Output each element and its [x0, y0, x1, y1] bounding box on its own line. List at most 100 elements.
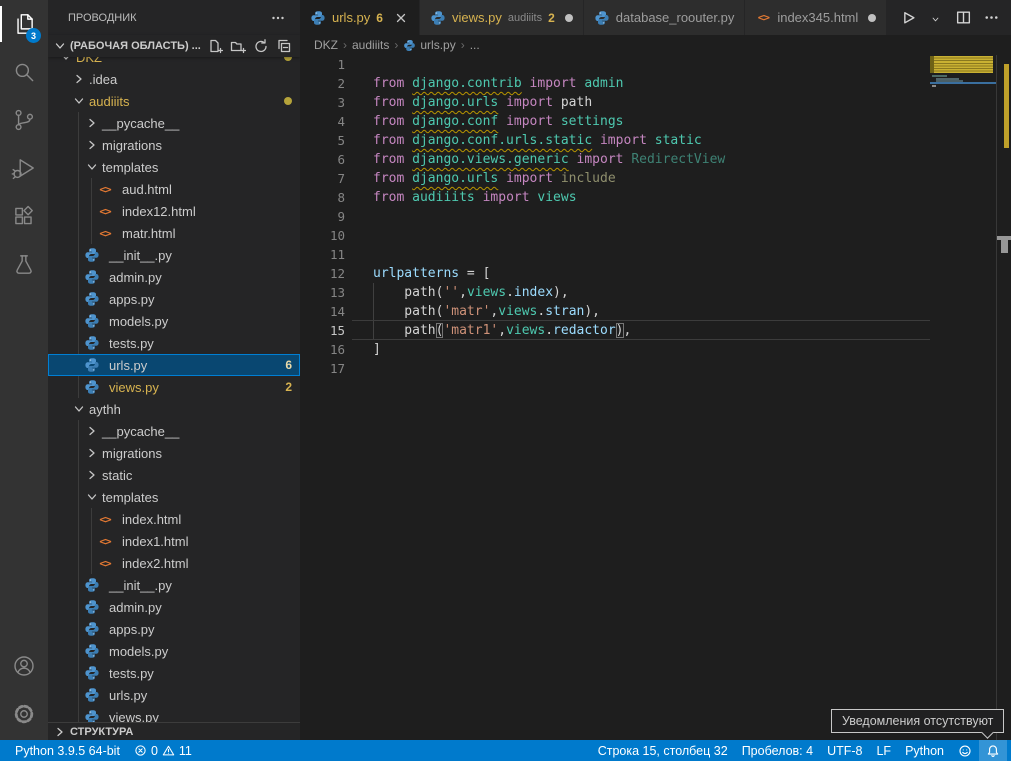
tree-item-admin.py[interactable]: admin.py — [48, 266, 300, 288]
tree-item-index1.html[interactable]: <>index1.html — [48, 530, 300, 552]
tree-item-aythh[interactable]: aythh — [48, 398, 300, 420]
code-line-7[interactable]: 7from django.urls import include — [300, 169, 1011, 188]
tree-item-tests.py[interactable]: tests.py — [48, 332, 300, 354]
token: admin — [584, 76, 623, 91]
new-folder-icon[interactable] — [230, 38, 246, 54]
status-cursor-position[interactable]: Строка 15, столбец 32 — [591, 740, 735, 761]
tree-item-views.py[interactable]: views.py — [48, 706, 300, 722]
status-python-version[interactable]: Python 3.9.5 64-bit — [8, 740, 127, 761]
tree-item-audiiits[interactable]: audiiits — [48, 90, 300, 112]
tree-item-models.py[interactable]: models.py — [48, 310, 300, 332]
code-line-8[interactable]: 8from audiiits import views — [300, 188, 1011, 207]
breadcrumb-item-...[interactable]: ... — [470, 38, 480, 52]
code-line-11[interactable]: 11 — [300, 245, 1011, 264]
tab-index345.html[interactable]: <>index345.html — [745, 0, 887, 35]
tree-item-static[interactable]: static — [48, 464, 300, 486]
tree-item-index12.html[interactable]: <>index12.html — [48, 200, 300, 222]
status-eol[interactable]: LF — [869, 740, 898, 761]
explorer-actions — [207, 38, 292, 54]
tree-item-index2.html[interactable]: <>index2.html — [48, 552, 300, 574]
code-editor[interactable]: 12from django.contrib import admin3from … — [300, 55, 1011, 740]
tree-item-__pycache__[interactable]: __pycache__ — [48, 112, 300, 134]
activity-item-run-debug[interactable] — [0, 144, 48, 192]
breadcrumb-item-urls.py[interactable]: urls.py — [403, 38, 455, 52]
status-encoding[interactable]: UTF-8 — [820, 740, 869, 761]
run-button[interactable] — [897, 8, 917, 28]
code-line-5[interactable]: 5from django.conf.urls.static import sta… — [300, 131, 1011, 150]
tab-urls.py[interactable]: urls.py6 — [300, 0, 420, 35]
activity-item-extensions[interactable] — [0, 192, 48, 240]
dirty-indicator-dot — [868, 14, 876, 22]
status-bar-right: Строка 15, столбец 32Пробелов: 4UTF-8LF P… — [591, 740, 1011, 761]
breadcrumb-item-audiiits[interactable]: audiiits — [352, 38, 389, 52]
tree-item-tests.py[interactable]: tests.py — [48, 662, 300, 684]
workspace-section-header[interactable]: (РАБОЧАЯ ОБЛАСТЬ) ... — [48, 35, 300, 57]
token: django.urls — [412, 171, 498, 186]
tree-item-apps.py[interactable]: apps.py — [48, 618, 300, 640]
tree-item-templates[interactable]: templates — [48, 486, 300, 508]
more-icon[interactable] — [270, 10, 286, 26]
refresh-icon[interactable] — [253, 38, 269, 54]
token: import — [577, 152, 624, 167]
tab-database_roouter.py[interactable]: database_roouter.py — [584, 0, 746, 35]
line-number: 17 — [300, 359, 345, 378]
activity-bar-bottom — [0, 642, 48, 738]
code-line-16[interactable]: 16] — [300, 340, 1011, 359]
activity-item-explorer[interactable]: 3 — [0, 0, 48, 48]
tree-item-label: urls.py — [109, 688, 147, 703]
code-line-13[interactable]: 13 path('',views.index), — [300, 283, 1011, 302]
tree-item-__init__.py[interactable]: __init__.py — [48, 574, 300, 596]
code-line-10[interactable]: 10 — [300, 226, 1011, 245]
code-line-2[interactable]: 2from django.contrib import admin — [300, 74, 1011, 93]
tree-item-apps.py[interactable]: apps.py — [48, 288, 300, 310]
tree-item-templates[interactable]: templates — [48, 156, 300, 178]
code-line-14[interactable]: 14 path('matr',views.stran), — [300, 302, 1011, 321]
tree-item-__init__.py[interactable]: __init__.py — [48, 244, 300, 266]
code-line-4[interactable]: 4from django.conf import settings — [300, 112, 1011, 131]
tree-item-migrations[interactable]: migrations — [48, 134, 300, 156]
tree-item-views.py[interactable]: views.py2 — [48, 376, 300, 398]
tree-item-migrations[interactable]: migrations — [48, 442, 300, 464]
status-language-mode[interactable]: Python — [898, 740, 951, 761]
new-file-icon[interactable] — [207, 38, 223, 54]
collapse-all-icon[interactable] — [276, 38, 292, 54]
tree-item-matr.html[interactable]: <>matr.html — [48, 222, 300, 244]
activity-item-account[interactable] — [0, 642, 48, 690]
token: views — [506, 323, 545, 338]
code-line-6[interactable]: 6from django.views.generic import Redire… — [300, 150, 1011, 169]
tree-item-label: admin.py — [109, 270, 162, 285]
status-problems[interactable]: 011 — [127, 740, 199, 761]
code-line-1[interactable]: 1 — [300, 55, 1011, 74]
activity-item-testing[interactable] — [0, 240, 48, 288]
close-icon[interactable] — [393, 10, 409, 26]
tree-item-DKZ[interactable]: DKZ — [48, 57, 300, 68]
code-line-17[interactable]: 17 — [300, 359, 1011, 378]
token: django.conf.urls.static — [412, 133, 592, 148]
tree-item-__pycache__[interactable]: __pycache__ — [48, 420, 300, 442]
split-editor-button[interactable] — [953, 8, 973, 28]
sidebar-title: ПРОВОДНИК — [68, 12, 137, 24]
tree-item-aud.html[interactable]: <>aud.html — [48, 178, 300, 200]
activity-item-search[interactable] — [0, 48, 48, 96]
tree-item-.idea[interactable]: .idea — [48, 68, 300, 90]
breadcrumb-item-DKZ[interactable]: DKZ — [314, 38, 338, 52]
tree-item-urls.py[interactable]: urls.py — [48, 684, 300, 706]
tree-item-models.py[interactable]: models.py — [48, 640, 300, 662]
status-label: Python — [905, 744, 944, 758]
tab-views.py[interactable]: views.pyaudiiits2 — [420, 0, 584, 35]
outline-section-header[interactable]: СТРУКТУРА — [48, 722, 300, 740]
activity-item-settings[interactable] — [0, 690, 48, 738]
activity-item-source-control[interactable] — [0, 96, 48, 144]
code-line-15[interactable]: 15 path('matr1',views.redactor), — [300, 321, 1011, 340]
tree-item-urls.py[interactable]: urls.py6 — [48, 354, 300, 376]
tree-item-admin.py[interactable]: admin.py — [48, 596, 300, 618]
more-actions-button[interactable] — [981, 8, 1001, 28]
status-feedback[interactable] — [951, 740, 979, 761]
code-line-3[interactable]: 3from django.urls import path — [300, 93, 1011, 112]
code-line-9[interactable]: 9 — [300, 207, 1011, 226]
status-indentation[interactable]: Пробелов: 4 — [735, 740, 820, 761]
status-notifications[interactable] — [979, 740, 1007, 761]
code-line-12[interactable]: 12urlpatterns = [ — [300, 264, 1011, 283]
run-dropdown-button[interactable] — [925, 8, 945, 28]
tree-item-index.html[interactable]: <>index.html — [48, 508, 300, 530]
